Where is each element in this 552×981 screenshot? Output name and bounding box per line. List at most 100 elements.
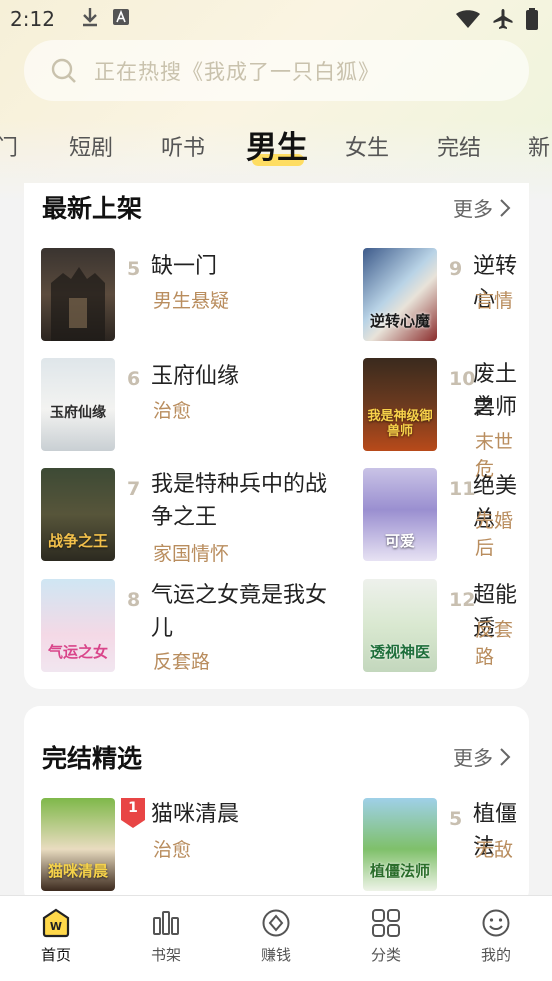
download-icon [81, 7, 99, 32]
nav-profile[interactable]: 我的 [456, 908, 536, 965]
nav-bookshelf[interactable]: 书架 [126, 908, 206, 965]
chevron-right-icon [500, 747, 511, 766]
nav-label: 书架 [150, 946, 181, 964]
cover-title: 猫咪清晨 [47, 861, 108, 880]
book-cover: 我是神级御兽师 [363, 358, 437, 451]
book-cover [41, 248, 115, 341]
cover-title: 战争之王 [47, 531, 108, 550]
book-rank: 7 [127, 478, 141, 500]
category-icon [372, 909, 400, 937]
book-title-line1: 气运之女竟是我女 [151, 583, 328, 608]
book-genre: 无敌 [475, 839, 514, 861]
battery-icon [526, 8, 538, 30]
search-icon [51, 58, 76, 83]
book-rank: 10 [449, 368, 476, 390]
book-rank: 6 [127, 368, 141, 390]
channel-tabs: 门 短剧 听书 男生 女生 完结 新 [0, 118, 552, 172]
tab-male[interactable]: 男生 [246, 122, 308, 167]
book-rank: 8 [127, 589, 141, 611]
rank-badge-number: 1 [128, 800, 138, 816]
wifi-icon [456, 10, 480, 28]
book-title-line2: 儿 [151, 616, 174, 641]
cover-title: 透视神医 [369, 642, 430, 661]
book-item[interactable]: 猫咪清晨 1 猫咪清晨 治愈 [41, 798, 341, 892]
cover-title: 逆转心魔 [369, 311, 430, 330]
book-cover: 可爱 [363, 468, 437, 561]
book-genre: 男生悬疑 [153, 290, 230, 312]
tab-audiobook[interactable]: 听书 [161, 130, 205, 162]
search-bar[interactable]: 正在热搜《我成了一只白狐》 [24, 40, 529, 101]
section-title: 完结精选 [42, 744, 143, 773]
cover-title: 植僵法师 [369, 861, 430, 880]
coin-icon [262, 909, 290, 937]
section-title: 最新上架 [42, 194, 143, 223]
book-rank: 11 [449, 478, 476, 500]
book-rank: 5 [127, 258, 141, 280]
book-cover: 透视神医 [363, 579, 437, 672]
cover-title: 玉府仙缘 [50, 404, 106, 421]
nav-earn[interactable]: 赚钱 [236, 908, 316, 965]
status-time: 2:12 [10, 7, 55, 31]
book-genre: 反套路 [153, 651, 211, 673]
completed-picks-card: 完结精选 更多 猫咪清晨 1 猫咪清晨 治愈 植僵法师 5 植僵法 无敌 [24, 706, 529, 906]
nav-label: 首页 [40, 946, 71, 964]
book-title: 猫咪清晨 [151, 802, 240, 827]
book-rank: 12 [449, 589, 476, 611]
book-item[interactable]: 5 缺一门 男生悬疑 [41, 248, 341, 342]
profile-icon [482, 909, 510, 937]
nav-label: 我的 [480, 946, 511, 964]
book-item[interactable]: 植僵法师 5 植僵法 无敌 [363, 798, 529, 892]
book-genre: 治愈 [153, 400, 192, 422]
chevron-right-icon [500, 198, 511, 217]
book-cover: 玉府仙缘 [41, 358, 115, 451]
book-genre: 反套路 [475, 619, 514, 668]
cover-title: 可爱 [384, 531, 415, 550]
tab-short-drama[interactable]: 短剧 [69, 130, 113, 162]
book-cover: 猫咪清晨 [41, 798, 115, 891]
tab-partial-left[interactable]: 门 [0, 130, 18, 162]
tab-female[interactable]: 女生 [345, 130, 389, 162]
airplane-icon [492, 8, 514, 30]
a-letter-icon [112, 8, 129, 30]
book-genre: 治愈 [153, 839, 192, 861]
book-item[interactable]: 气运之女 8 气运之女竟是我女 儿 反套路 [41, 579, 341, 673]
book-item[interactable]: 玉府仙缘 6 玉府仙缘 治愈 [41, 358, 341, 452]
book-genre: 家国情怀 [153, 543, 230, 565]
bookshelf-icon [153, 911, 179, 935]
nav-label: 分类 [370, 946, 401, 964]
home-icon: W [42, 908, 70, 938]
svg-text:W: W [50, 920, 62, 933]
book-genre: 先婚后 [475, 510, 514, 559]
bottom-nav: W 首页 书架 赚钱 分类 我的 [0, 895, 552, 981]
book-item[interactable]: 可爱 11 绝美总 先婚后 [363, 468, 529, 562]
new-releases-card: 最新上架 更多 5 缺一门 男生悬疑 玉府仙缘 6 玉府仙缘 治愈 战争之王 7… [24, 183, 529, 689]
book-item[interactable]: 我是神级御兽师 10 废土之 兽师 末世危 [363, 358, 529, 480]
book-genre: 言情 [475, 290, 514, 312]
book-title-line2: 兽师 [473, 395, 518, 420]
book-item[interactable]: 战争之王 7 我是特种兵中的战 争之王 家国情怀 [41, 468, 341, 565]
book-rank: 5 [449, 808, 463, 830]
status-bar: 2:12 [0, 0, 552, 38]
more-button[interactable]: 更多 [453, 742, 511, 771]
book-cover: 植僵法师 [363, 798, 437, 891]
book-rank: 9 [449, 258, 463, 280]
tab-completed[interactable]: 完结 [437, 130, 481, 162]
book-item[interactable]: 透视神医 12 超能透 反套路 [363, 579, 529, 673]
nav-label: 赚钱 [260, 946, 291, 964]
book-cover: 逆转心魔 [363, 248, 437, 341]
nav-category[interactable]: 分类 [346, 908, 426, 965]
cover-title: 气运之女 [47, 642, 108, 661]
more-label: 更多 [453, 197, 493, 221]
tab-new[interactable]: 新 [528, 130, 550, 162]
book-title-line1: 我是特种兵中的战 [151, 472, 328, 497]
book-title: 缺一门 [151, 254, 218, 279]
search-placeholder: 正在热搜《我成了一只白狐》 [94, 59, 380, 84]
book-item[interactable]: 逆转心魔 9 逆转心 言情 [363, 248, 529, 342]
nav-home[interactable]: W 首页 [16, 908, 96, 965]
book-cover: 战争之王 [41, 468, 115, 561]
book-title: 玉府仙缘 [151, 364, 240, 389]
book-cover: 气运之女 [41, 579, 115, 672]
more-button[interactable]: 更多 [453, 193, 511, 222]
book-title-line2: 争之王 [151, 505, 218, 530]
cover-title: 我是神级御兽师 [367, 409, 433, 439]
